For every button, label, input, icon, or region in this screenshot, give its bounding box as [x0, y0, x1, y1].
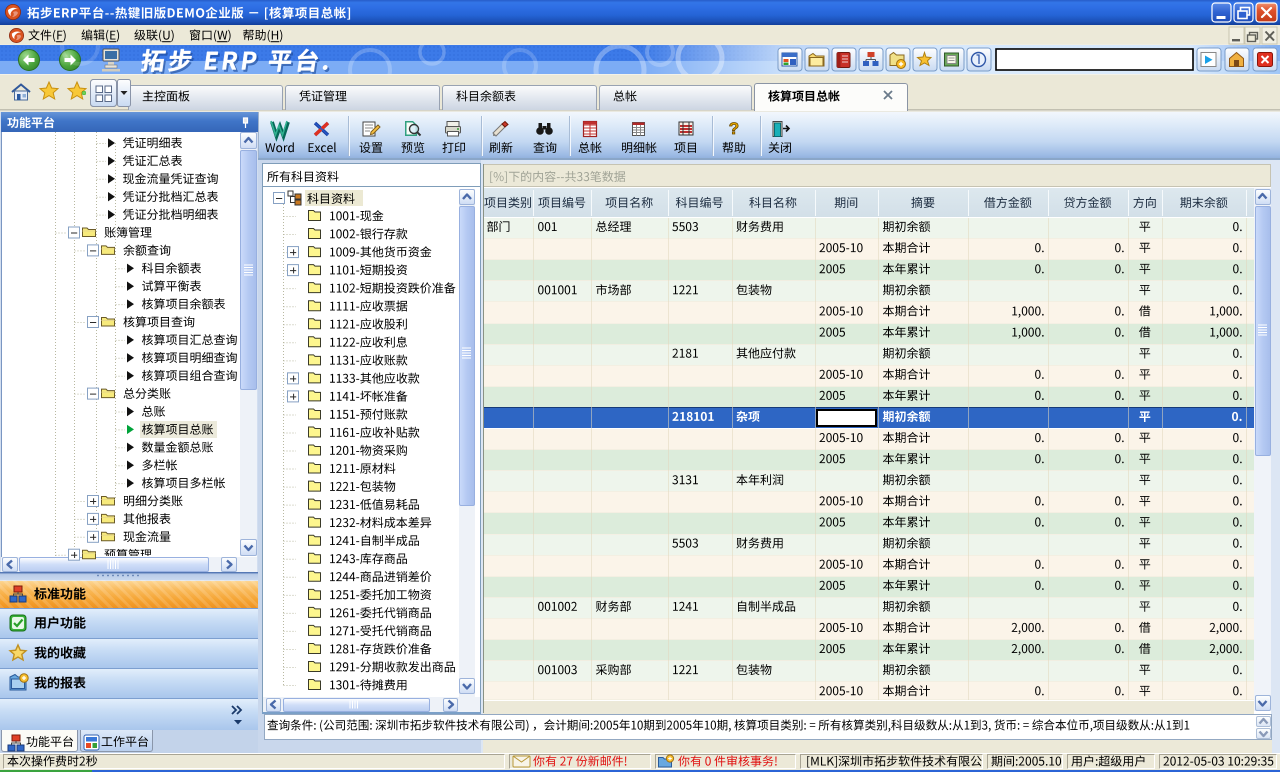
- svg-text:?: ?: [729, 119, 739, 138]
